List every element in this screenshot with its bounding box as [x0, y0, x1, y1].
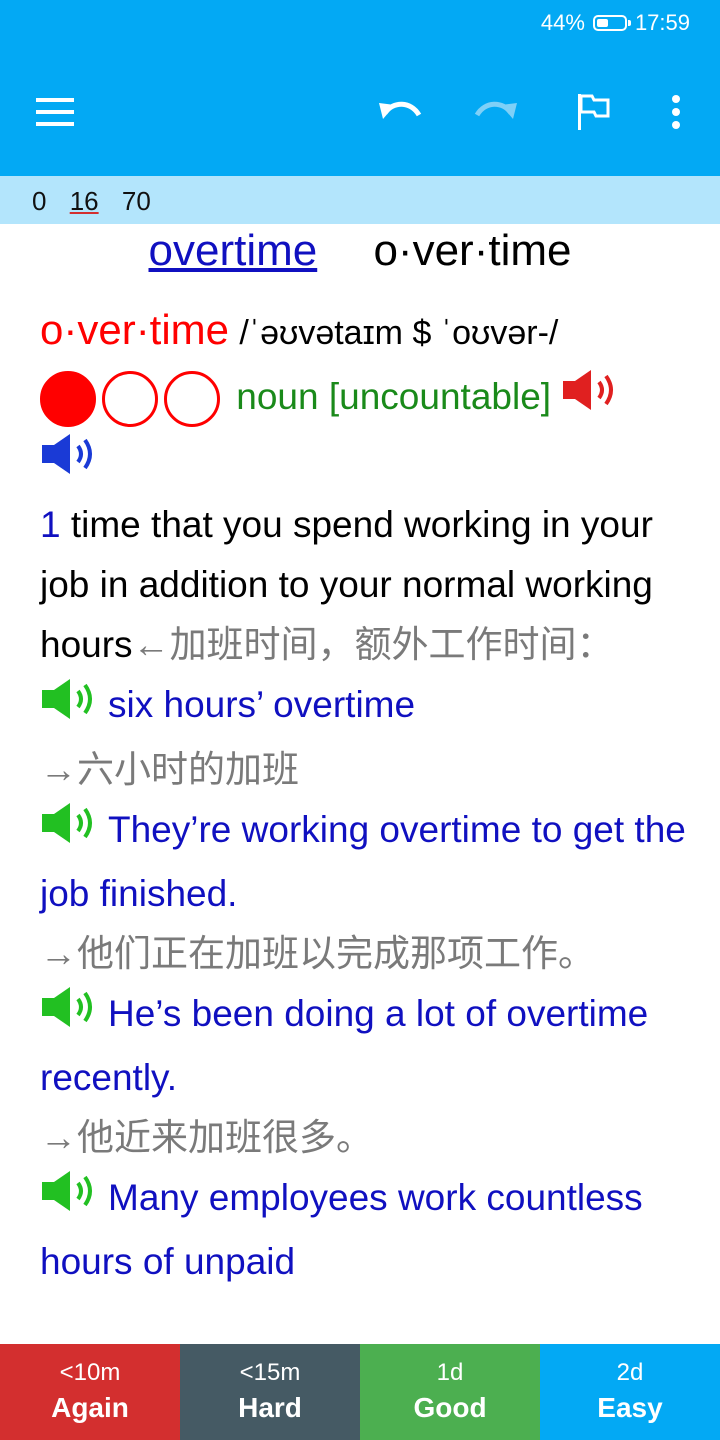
example-item: They’re working overtime to get the job …: [40, 800, 690, 984]
status-bar: 44% 17:59: [0, 0, 720, 48]
frequency-circle: [40, 371, 96, 428]
entry-meta: noun [uncountable]: [40, 367, 690, 431]
card-content: o·ver·time /ˈəʊvətaɪm $ ˈoʊvər-/ noun [u…: [40, 300, 690, 1292]
answer-button-good[interactable]: 1d Good: [360, 1344, 540, 1440]
examples-list: six hours’ overtime →六小时的加班 They’re workin…: [40, 675, 690, 1292]
speaker-green-icon[interactable]: [40, 676, 100, 740]
card-counts: 0 16 70: [32, 186, 167, 217]
frequency-rating: [40, 371, 226, 428]
headword: o·ver·time: [40, 306, 230, 353]
sense-1: 1 time that you spend working in your jo…: [40, 495, 690, 675]
undo-icon[interactable]: [374, 86, 426, 138]
example-translation: →六小时的加班: [40, 748, 299, 790]
hyphenated-word: o·ver·time: [373, 226, 572, 275]
sense-number: 1: [40, 504, 61, 546]
example-text: Many employees work countless hours of u…: [40, 1177, 643, 1283]
speaker-green-icon[interactable]: [40, 1168, 100, 1232]
battery-percent: 44%: [540, 10, 585, 35]
example-text: six hours’ overtime: [108, 684, 416, 726]
speaker-green-icon[interactable]: [40, 800, 100, 864]
answer-button-again[interactable]: <10m Again: [0, 1344, 180, 1440]
battery-icon: [592, 15, 631, 31]
learning-count: 16: [69, 186, 99, 216]
answer-interval: <15m: [239, 1359, 301, 1386]
battery-fill: [596, 19, 609, 27]
frequency-circle: [164, 371, 220, 428]
clock: 17:59: [634, 10, 690, 35]
frequency-circle: [102, 371, 158, 428]
answer-button-easy[interactable]: 2d Easy: [540, 1344, 720, 1440]
speaker-green-icon[interactable]: [40, 984, 100, 1048]
card-word-line: overtime o·ver·time: [0, 226, 720, 282]
example-item: Many employees work countless hours of u…: [40, 1168, 690, 1292]
app-toolbar: [0, 48, 720, 176]
answer-interval: <10m: [59, 1359, 121, 1386]
new-count: 0: [32, 186, 47, 216]
answer-label: Again: [51, 1392, 129, 1423]
answer-label: Hard: [238, 1392, 302, 1423]
speaker-blue-icon[interactable]: [40, 431, 100, 495]
redo-icon[interactable]: [470, 86, 522, 138]
example-item: He’s been doing a lot of overtime recent…: [40, 984, 690, 1168]
example-text: They’re working overtime to get the job …: [40, 808, 686, 914]
word-link[interactable]: overtime: [149, 226, 318, 275]
answer-interval: 1d: [436, 1359, 464, 1386]
answer-button-hard[interactable]: <15m Hard: [180, 1344, 360, 1440]
status-right: 44% 17:59: [541, 10, 690, 36]
card-counts-bar: 0 16 70: [0, 176, 720, 224]
pronunciation: /ˈəʊvətaɪm $ ˈoʊvər-/: [239, 314, 559, 352]
review-count: 70: [121, 186, 151, 216]
speaker-red-icon[interactable]: [561, 367, 621, 431]
answer-label: Easy: [597, 1392, 663, 1423]
example-translation: →他们正在加班以完成那项工作。: [40, 932, 595, 974]
answer-interval: 2d: [616, 1359, 644, 1386]
example-translation: →他近来加班很多。: [40, 1117, 373, 1159]
example-text: He’s been doing a lot of overtime recent…: [40, 992, 649, 1099]
more-vert-icon[interactable]: [650, 86, 702, 138]
definition-translation: ←加班时间，额外工作时间：: [132, 624, 614, 666]
answer-buttons-bar: <10m Again <15m Hard 1d Good 2d Easy: [0, 1344, 720, 1440]
speaker-blue-row: [40, 431, 690, 495]
flag-icon[interactable]: [568, 86, 620, 138]
answer-label: Good: [413, 1392, 487, 1423]
example-item: six hours’ overtime →六小时的加班: [40, 675, 690, 799]
hamburger-menu-icon[interactable]: [30, 86, 82, 138]
entry-header: o·ver·time /ˈəʊvətaɪm $ ˈoʊvər-/: [40, 300, 690, 363]
part-of-speech: noun [uncountable]: [236, 376, 552, 417]
